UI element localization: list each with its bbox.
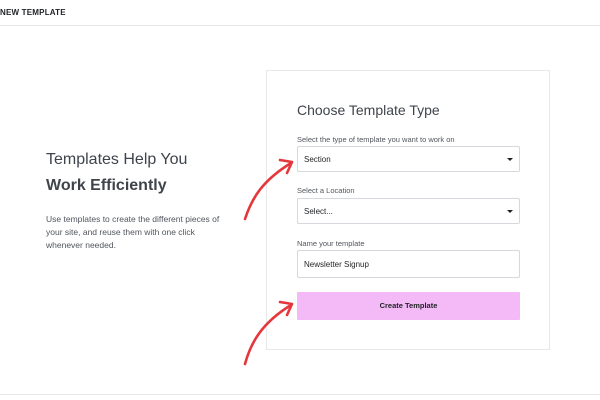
template-type-label: Select the type of template you want to … [297, 135, 455, 144]
form-title: Choose Template Type [297, 102, 440, 118]
footer-divider [0, 394, 600, 395]
intro-title-line1: Templates Help You [46, 151, 188, 168]
page-title: NEW TEMPLATE [0, 8, 66, 17]
location-value: Select... [304, 207, 333, 216]
chevron-down-icon [507, 158, 513, 161]
intro-title-line2: Work Efficiently [46, 177, 167, 194]
location-label: Select a Location [297, 186, 355, 195]
location-select[interactable]: Select... [297, 198, 520, 224]
template-name-input[interactable] [297, 250, 520, 278]
template-name-label: Name your template [297, 239, 365, 248]
create-template-button[interactable]: Create Template [297, 292, 520, 320]
intro-description: Use templates to create the different pi… [46, 214, 220, 250]
template-type-select[interactable]: Section [297, 146, 520, 172]
template-type-value: Section [304, 155, 331, 164]
chevron-down-icon [507, 210, 513, 213]
top-bar: NEW TEMPLATE [0, 0, 600, 26]
